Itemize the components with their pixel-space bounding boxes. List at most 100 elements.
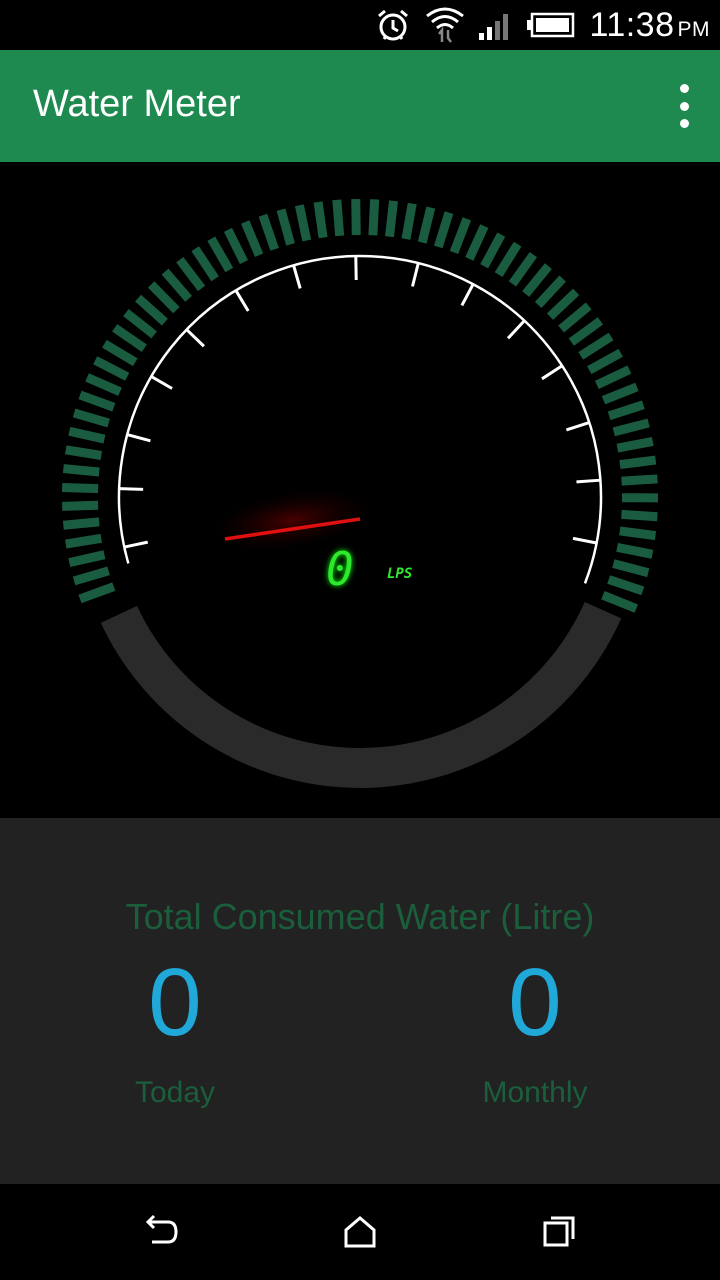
status-bar: 11:38 PM: [0, 0, 720, 50]
arc-segment: [385, 200, 398, 238]
arc-segment: [351, 198, 361, 236]
unit-label: LPS: [387, 566, 413, 582]
dial-tick: [123, 540, 149, 549]
dial-tick: [185, 328, 205, 348]
flow-gauge: 0 LPS: [0, 162, 720, 818]
outer-arc-segments: [62, 198, 659, 613]
dial-tick: [126, 433, 151, 443]
arc-segment: [147, 281, 180, 314]
dial-tick: [565, 421, 590, 432]
navigation-bar: [0, 1184, 720, 1280]
arc-segment: [619, 455, 657, 470]
dial-tick: [572, 536, 597, 545]
arc-segment: [112, 324, 147, 352]
dial-tick: [576, 478, 601, 484]
battery-icon: [527, 12, 575, 38]
arc-segment: [78, 390, 116, 412]
arc-segment: [294, 204, 312, 242]
arc-segment: [465, 224, 489, 261]
monthly-label: Monthly: [482, 1076, 588, 1109]
arc-segment: [72, 408, 110, 428]
status-icons: 11:38 PM: [375, 0, 710, 50]
home-icon[interactable]: [336, 1208, 384, 1256]
arc-segment: [578, 332, 614, 360]
arc-segment: [594, 365, 632, 390]
dial-tick: [234, 289, 250, 312]
arc-segment: [176, 256, 206, 292]
arc-segment: [433, 211, 454, 249]
arc-segment: [258, 213, 279, 251]
arc-segment: [522, 263, 552, 297]
wifi-icon: [426, 7, 465, 43]
dial-tick: [119, 487, 144, 491]
arc-segment: [558, 302, 592, 333]
arc-segment: [276, 208, 295, 246]
arc-segment: [65, 533, 102, 549]
arc-segment: [601, 590, 638, 613]
dial-tick: [460, 283, 475, 307]
lower-arc: [100, 602, 622, 788]
arc-segment: [223, 227, 248, 265]
arc-segment: [241, 220, 264, 257]
digital-reading: 0: [326, 542, 354, 596]
inner-dial-arc: [117, 254, 603, 584]
dial-tick: [150, 375, 173, 390]
signal-icon: [479, 14, 509, 40]
consumption-panel: Total Consumed Water (Litre) 0 Today 0 M…: [0, 818, 720, 1184]
dial-tick: [292, 264, 302, 289]
dial-tick: [411, 262, 420, 287]
arc-segment: [612, 418, 650, 437]
arc-segment: [534, 275, 566, 308]
arc-segment: [607, 400, 645, 421]
arc-segment: [368, 199, 380, 236]
arc-segment: [621, 509, 658, 522]
app-title: Water Meter: [33, 83, 241, 125]
arc-segment: [93, 356, 130, 381]
arc-segment: [161, 268, 193, 302]
arc-segment: [568, 317, 604, 346]
arc-segment: [616, 542, 654, 559]
arc-segment: [619, 526, 657, 541]
arc-segment: [449, 217, 472, 255]
gauge-dial: [62, 198, 659, 788]
arc-segment: [65, 445, 103, 460]
arc-segment: [123, 309, 157, 339]
arc-segment: [62, 517, 100, 530]
arc-segment: [191, 246, 219, 282]
arc-segment: [68, 550, 106, 568]
arc-segment: [102, 339, 138, 367]
back-icon[interactable]: [136, 1208, 184, 1256]
arc-segment: [62, 482, 99, 494]
consumption-title: Total Consumed Water (Litre): [125, 896, 595, 937]
arc-segment: [207, 236, 234, 273]
overflow-menu-icon[interactable]: [672, 84, 696, 128]
arc-segment: [587, 348, 623, 375]
status-time: 11:38 PM: [589, 5, 710, 44]
monthly-value: 0: [508, 949, 562, 1056]
arc-segment: [417, 206, 436, 244]
arc-segment: [601, 382, 639, 405]
arc-segment: [62, 500, 99, 511]
today-value: 0: [148, 949, 202, 1056]
arc-segment: [607, 575, 645, 596]
arc-segment: [332, 199, 345, 237]
arc-segment: [546, 288, 580, 320]
arc-segment: [62, 464, 100, 477]
recent-apps-icon[interactable]: [536, 1208, 584, 1256]
arc-segment: [313, 201, 328, 239]
today-label: Today: [134, 1076, 216, 1109]
arc-segment: [72, 566, 110, 586]
alarm-icon: [378, 9, 409, 41]
arc-segment: [85, 373, 122, 396]
app-bar: Water Meter: [0, 50, 720, 162]
arc-segment: [480, 232, 506, 269]
arc-segment: [135, 294, 168, 326]
arc-segment: [494, 241, 522, 278]
arc-segment: [78, 582, 116, 604]
dial-tick: [506, 319, 526, 340]
arc-segment: [68, 426, 106, 444]
arc-segment: [621, 474, 658, 486]
dial-tick: [541, 364, 563, 381]
arc-segment: [616, 436, 654, 453]
arc-segment: [612, 559, 650, 578]
